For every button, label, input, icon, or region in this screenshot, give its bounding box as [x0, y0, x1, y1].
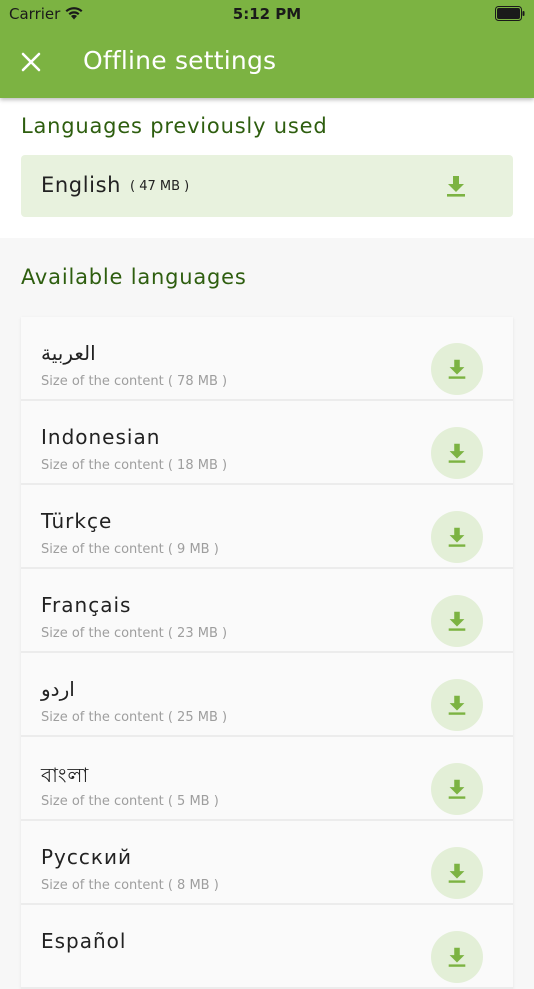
language-name: اردو: [41, 677, 75, 701]
battery-icon: [495, 6, 525, 25]
list-item[interactable]: Русский Size of the content ( 8 MB ): [21, 821, 513, 905]
download-icon: [448, 947, 466, 967]
language-size: Size of the content ( 23 MB ): [41, 626, 228, 641]
language-size: Size of the content ( 25 MB ): [41, 710, 228, 725]
language-size: Size of the content ( 18 MB ): [41, 458, 228, 473]
language-name: বাংলা: [41, 763, 90, 787]
download-icon: [448, 779, 466, 799]
download-button[interactable]: [431, 511, 483, 563]
list-item[interactable]: Türkçe Size of the content ( 9 MB ): [21, 485, 513, 569]
download-icon: [448, 443, 466, 463]
download-button[interactable]: [431, 343, 483, 395]
language-name: Indonesian: [41, 425, 161, 449]
available-languages-title: Available languages: [21, 265, 247, 289]
list-item[interactable]: العربية Size of the content ( 78 MB ): [21, 317, 513, 401]
previous-language-item[interactable]: English ( 47 MB ): [21, 155, 513, 217]
download-icon: [448, 863, 466, 883]
list-item[interactable]: বাংলা Size of the content ( 5 MB ): [21, 737, 513, 821]
download-button[interactable]: [431, 763, 483, 815]
list-item[interactable]: Indonesian Size of the content ( 18 MB ): [21, 401, 513, 485]
download-button[interactable]: [431, 931, 483, 983]
language-name: Русский: [41, 845, 132, 869]
list-item[interactable]: Français Size of the content ( 23 MB ): [21, 569, 513, 653]
download-icon: [448, 359, 466, 379]
download-button[interactable]: [431, 595, 483, 647]
available-languages-list: العربية Size of the content ( 78 MB ) In…: [21, 317, 513, 989]
download-icon[interactable]: [443, 173, 469, 199]
download-button[interactable]: [431, 847, 483, 899]
status-bar: Carrier 5:12 PM: [0, 0, 534, 28]
close-icon: [21, 52, 41, 72]
close-button[interactable]: [14, 45, 48, 79]
language-size: Size of the content ( 8 MB ): [41, 878, 219, 893]
language-name: Français: [41, 593, 132, 617]
language-name: Español: [41, 929, 127, 953]
page-title: Offline settings: [83, 46, 277, 75]
list-item[interactable]: Español: [21, 905, 513, 989]
app-header: Carrier 5:12 PM Offline settings: [0, 0, 534, 98]
language-size: Size of the content ( 9 MB ): [41, 542, 219, 557]
previous-languages-section: Languages previously used English ( 47 M…: [0, 98, 534, 238]
clock: 5:12 PM: [232, 5, 302, 23]
previous-languages-title: Languages previously used: [21, 114, 328, 138]
download-button[interactable]: [431, 679, 483, 731]
language-name: العربية: [41, 341, 96, 365]
language-name: Türkçe: [41, 509, 113, 533]
language-size: ( 47 MB ): [130, 179, 190, 194]
download-icon: [448, 527, 466, 547]
list-item[interactable]: اردو Size of the content ( 25 MB ): [21, 653, 513, 737]
download-button[interactable]: [431, 427, 483, 479]
language-size: Size of the content ( 78 MB ): [41, 374, 228, 389]
download-icon: [448, 611, 466, 631]
language-name: English: [41, 173, 122, 197]
language-size: Size of the content ( 5 MB ): [41, 794, 219, 809]
download-icon: [448, 695, 466, 715]
